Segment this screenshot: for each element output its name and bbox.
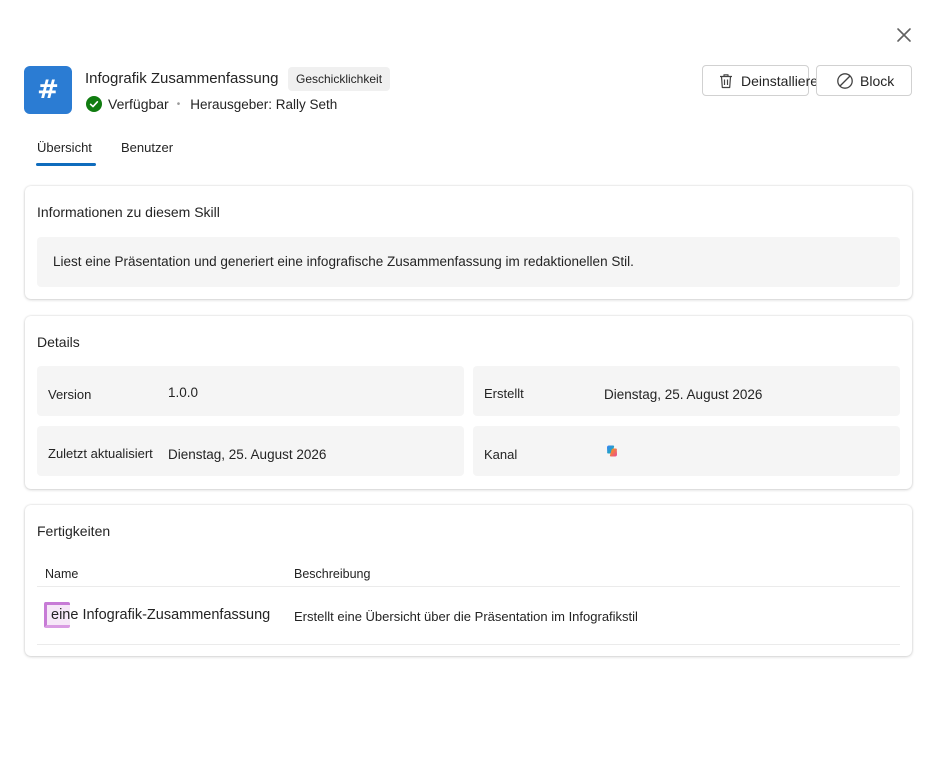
skills-card: Fertigkeiten Name Beschreibung eine Info… — [25, 505, 912, 656]
updated-label: Zuletzt aktualisiert — [48, 446, 153, 461]
trash-icon — [720, 73, 732, 88]
app-icon: # — [24, 66, 72, 114]
tab-users[interactable]: Benutzer — [121, 140, 173, 155]
page-title: Infografik Zusammenfassung — [85, 70, 279, 87]
block-button[interactable]: Block — [816, 65, 912, 96]
version-field: Version 1.0.0 — [37, 366, 464, 416]
updated-value: Dienstag, 25. August 2026 — [168, 447, 327, 462]
about-title: Informationen zu diesem Skill — [37, 204, 220, 220]
channel-field: Kanal — [473, 426, 900, 476]
type-badge: Geschicklichkeit — [288, 67, 391, 91]
uninstall-label: Deinstallieren — [741, 72, 826, 89]
column-header-name: Name — [45, 567, 79, 581]
table-divider — [37, 644, 900, 645]
publisher-text: Herausgeber: Rally Seth — [190, 96, 338, 112]
table-row[interactable]: eine Infografik-Zusammenfassung Erstellt… — [37, 587, 900, 644]
updated-field: Zuletzt aktualisiert Dienstag, 25. Augus… — [37, 426, 464, 476]
close-button[interactable] — [893, 24, 915, 46]
skills-title: Fertigkeiten — [37, 523, 111, 539]
about-card: Informationen zu diesem Skill Liest eine… — [25, 186, 912, 299]
version-value: 1.0.0 — [168, 385, 199, 400]
column-header-description: Beschreibung — [294, 567, 371, 581]
close-icon — [897, 28, 911, 42]
details-title: Details — [37, 334, 80, 350]
copilot-icon — [607, 445, 617, 457]
separator-dot: • — [176, 98, 181, 110]
block-icon — [837, 72, 853, 89]
block-label: Block — [860, 72, 895, 89]
selected-tab-indicator — [36, 163, 96, 166]
status-text: Verfügbar — [108, 96, 169, 112]
uninstall-button[interactable]: Deinstallieren — [702, 65, 826, 96]
status-row: Verfügbar • Herausgeber: Rally Seth — [86, 96, 337, 112]
skill-description: Erstellt eine Übersicht über die Präsent… — [294, 609, 638, 624]
about-description: Liest eine Präsentation und generiert ei… — [37, 237, 900, 287]
skill-name: eine Infografik-Zusammenfassung — [51, 607, 271, 623]
tab-overview[interactable]: Übersicht — [37, 140, 92, 155]
channel-label: Kanal — [484, 447, 518, 462]
version-label: Version — [48, 387, 92, 402]
check-circle-icon — [86, 96, 102, 112]
details-card: Details Version 1.0.0 Erstellt Dienstag,… — [25, 316, 912, 489]
created-value: Dienstag, 25. August 2026 — [604, 387, 763, 402]
created-field: Erstellt Dienstag, 25. August 2026 — [473, 366, 900, 416]
created-label: Erstellt — [484, 386, 524, 401]
